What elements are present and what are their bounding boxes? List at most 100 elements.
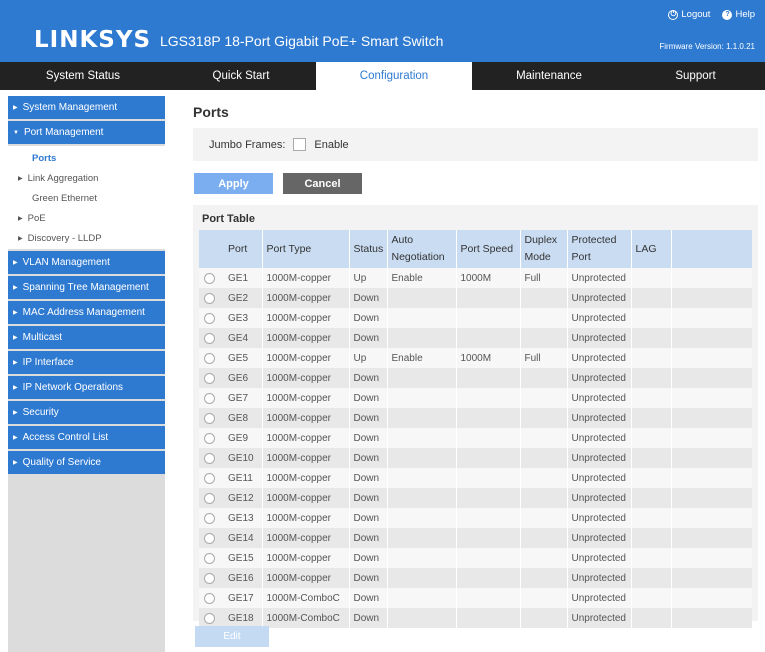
- sidebar-subitem-link-aggregation[interactable]: ▶ Link Aggregation: [8, 168, 165, 188]
- cell-port: GE18: [224, 608, 263, 628]
- sidebar-subitem-green-ethernet[interactable]: Green Ethernet: [8, 188, 165, 208]
- row-radio-button[interactable]: [204, 272, 215, 284]
- sidebar-subitem-discovery-lldp[interactable]: ▶ Discovery - LLDP: [8, 228, 165, 248]
- row-radio-button[interactable]: [204, 292, 215, 304]
- cell-speed: [456, 588, 521, 608]
- sidebar-item-access-control-list[interactable]: ▶ Access Control List: [8, 426, 165, 449]
- row-radio-button[interactable]: [204, 472, 215, 484]
- tab-system-status[interactable]: System Status: [0, 62, 166, 90]
- triangle-right-icon: ▶: [13, 310, 18, 316]
- row-radio-button[interactable]: [204, 552, 215, 564]
- row-radio-button[interactable]: [204, 332, 215, 344]
- cell-status: Down: [349, 528, 388, 548]
- cancel-button[interactable]: Cancel: [283, 173, 362, 194]
- cell-auto: [387, 468, 457, 488]
- table-row[interactable]: GE15 1000M-copper Down Unprotected: [199, 548, 752, 568]
- row-radio-button[interactable]: [204, 432, 215, 444]
- sidebar-item-port-management[interactable]: ▼ Port Management: [8, 121, 165, 144]
- table-row[interactable]: GE9 1000M-copper Down Unprotected: [199, 428, 752, 448]
- cell-duplex: [520, 368, 568, 388]
- cell-protected: Unprotected: [567, 288, 632, 308]
- sidebar-item-mac-address[interactable]: ▶ MAC Address Management: [8, 301, 165, 324]
- row-radio-button[interactable]: [204, 532, 215, 544]
- cell-status: Down: [349, 448, 388, 468]
- table-row[interactable]: GE3 1000M-copper Down Unprotected: [199, 308, 752, 328]
- table-row[interactable]: GE5 1000M-copper Up Enable 1000M Full Unprotec…: [199, 348, 752, 368]
- sidebar-subitem-ports[interactable]: Ports: [8, 148, 165, 168]
- edit-button[interactable]: Edit: [195, 626, 269, 647]
- row-radio-button[interactable]: [204, 452, 215, 464]
- table-row[interactable]: GE1 1000M-copper Up Enable 1000M Full Unprotec…: [199, 268, 752, 288]
- cell-protected: Unprotected: [567, 368, 632, 388]
- tab-support[interactable]: Support: [626, 62, 765, 90]
- cell-type: 1000M-ComboC: [262, 588, 350, 608]
- cell-duplex: [520, 608, 568, 628]
- cell-spacer: [671, 408, 752, 428]
- table-row[interactable]: GE10 1000M-copper Down Unprotected: [199, 448, 752, 468]
- sidebar-item-system-management[interactable]: ▶ System Management: [8, 96, 165, 119]
- cell-protected: Unprotected: [567, 448, 632, 468]
- table-row[interactable]: GE8 1000M-copper Down Unprotected: [199, 408, 752, 428]
- cell-speed: [456, 288, 521, 308]
- power-icon: ⏻: [668, 9, 679, 20]
- row-radio-button[interactable]: [204, 592, 215, 604]
- row-radio-button[interactable]: [204, 572, 215, 584]
- cell-duplex: [520, 468, 568, 488]
- row-select-cell: [199, 508, 224, 528]
- triangle-right-icon: ▶: [13, 260, 18, 266]
- sidebar-item-ip-interface[interactable]: ▶ IP Interface: [8, 351, 165, 374]
- sidebar-item-label: Security: [22, 407, 59, 418]
- logout-link[interactable]: ⏻ Logout: [668, 9, 710, 20]
- sidebar-item-ip-network-operations[interactable]: ▶ IP Network Operations: [8, 376, 165, 399]
- cell-type: 1000M-copper: [262, 488, 350, 508]
- cell-port: GE4: [224, 328, 263, 348]
- table-row[interactable]: GE2 1000M-copper Down Unprotected: [199, 288, 752, 308]
- cell-duplex: [520, 448, 568, 468]
- cell-speed: [456, 548, 521, 568]
- column-header: Port Speed: [456, 230, 521, 268]
- row-radio-button[interactable]: [204, 372, 215, 384]
- row-radio-button[interactable]: [204, 352, 215, 364]
- table-row[interactable]: GE11 1000M-copper Down Unprotected: [199, 468, 752, 488]
- table-row[interactable]: GE6 1000M-copper Down Unprotected: [199, 368, 752, 388]
- row-radio-button[interactable]: [204, 492, 215, 504]
- sidebar-item-label: Port Management: [23, 127, 104, 138]
- sidebar-item-quality-of-service[interactable]: ▶ Quality of Service: [8, 451, 165, 474]
- row-radio-button[interactable]: [204, 512, 215, 524]
- cell-status: Up: [349, 348, 388, 368]
- table-row[interactable]: GE18 1000M-ComboC Down Unprotected: [199, 608, 752, 628]
- row-radio-button[interactable]: [204, 392, 215, 404]
- table-row[interactable]: GE13 1000M-copper Down Unprotected: [199, 508, 752, 528]
- table-row[interactable]: GE16 1000M-copper Down Unprotected: [199, 568, 752, 588]
- cell-duplex: [520, 568, 568, 588]
- row-radio-button[interactable]: [204, 312, 215, 324]
- table-row[interactable]: GE12 1000M-copper Down Unprotected: [199, 488, 752, 508]
- cell-port: GE7: [224, 388, 263, 408]
- tab-quick-start[interactable]: Quick Start: [166, 62, 316, 90]
- table-row[interactable]: GE4 1000M-copper Down Unprotected: [199, 328, 752, 348]
- table-caption: Port Table: [202, 213, 255, 225]
- cell-port: GE2: [224, 288, 263, 308]
- tab-maintenance[interactable]: Maintenance: [472, 62, 626, 90]
- jumbo-frames-checkbox[interactable]: [293, 138, 307, 151]
- sidebar-item-spanning-tree[interactable]: ▶ Spanning Tree Management: [8, 276, 165, 299]
- column-header: Status: [349, 230, 388, 268]
- row-select-cell: [199, 288, 224, 308]
- sidebar-item-multicast[interactable]: ▶ Multicast: [8, 326, 165, 349]
- table-row[interactable]: GE7 1000M-copper Down Unprotected: [199, 388, 752, 408]
- triangle-right-icon: ▶: [13, 285, 18, 291]
- sidebar-item-vlan-management[interactable]: ▶ VLAN Management: [8, 251, 165, 274]
- table-row[interactable]: GE17 1000M-ComboC Down Unprotected: [199, 588, 752, 608]
- tab-configuration[interactable]: Configuration: [316, 62, 472, 90]
- row-radio-button[interactable]: [204, 412, 215, 424]
- sidebar-item-security[interactable]: ▶ Security: [8, 401, 165, 424]
- apply-button[interactable]: Apply: [194, 173, 273, 194]
- table-row[interactable]: GE14 1000M-copper Down Unprotected: [199, 528, 752, 548]
- sidebar-subitem-poe[interactable]: ▶ PoE: [8, 208, 165, 228]
- row-radio-button[interactable]: [204, 612, 215, 624]
- cell-lag: [631, 288, 672, 308]
- cell-port: GE6: [224, 368, 263, 388]
- help-link[interactable]: ? Help: [722, 9, 755, 20]
- cell-auto: [387, 528, 457, 548]
- row-select-cell: [199, 588, 224, 608]
